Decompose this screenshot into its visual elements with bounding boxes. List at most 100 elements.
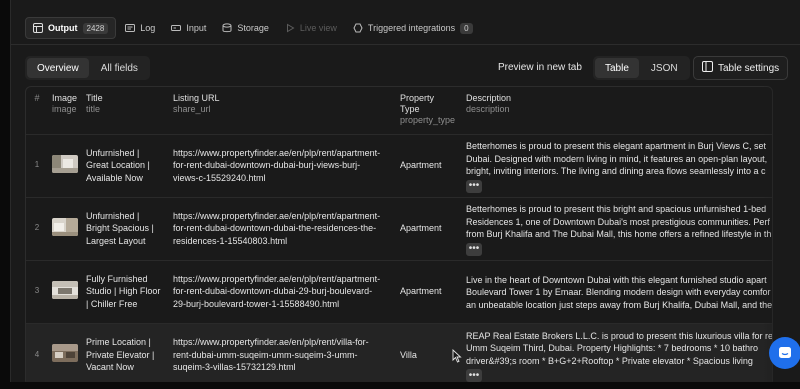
col-header-desc-key: description: [466, 104, 510, 114]
dataset-panel: Output 2428 Log Input Storage Live view …: [10, 0, 800, 389]
url-cell[interactable]: https://www.propertyfinder.ae/en/plp/ren…: [169, 133, 396, 197]
col-header-desc[interactable]: Description description: [462, 87, 772, 134]
json-format-button[interactable]: JSON: [641, 58, 688, 78]
url-line: residences-1-15540803.html: [173, 235, 288, 246]
tab-log[interactable]: Log: [118, 17, 162, 39]
col-header-type-title: Property Type: [400, 93, 435, 114]
storage-icon: [222, 23, 232, 33]
tab-output[interactable]: Output 2428: [25, 17, 117, 39]
tab-live-view: Live view: [278, 17, 344, 39]
run-tabs: Output 2428 Log Input Storage Live view …: [25, 16, 480, 40]
url-line: rent-dubai-umm-suqeim-umm-suqeim-3-umm-: [173, 349, 358, 360]
title-line: Private Elevator |: [86, 349, 155, 360]
table-settings-button[interactable]: Table settings: [693, 56, 789, 80]
col-header-desc-title: Description: [466, 93, 512, 103]
support-chat-button[interactable]: [769, 337, 800, 369]
title-line: Great Location |: [86, 160, 150, 171]
overview-button[interactable]: Overview: [27, 58, 89, 78]
listing-thumbnail[interactable]: [52, 154, 78, 173]
desc-line: Residences 1, one of Downtown Dubai's mo…: [466, 216, 770, 227]
col-header-url[interactable]: Listing URL share_url: [169, 87, 396, 134]
title-line: Studio | High Floor: [86, 286, 161, 297]
row-number: 1: [26, 133, 48, 197]
description-cell: Live in the heart of Downtown Dubai with…: [462, 259, 772, 323]
all-fields-button[interactable]: All fields: [91, 58, 148, 78]
url-line: https://www.propertyfinder.ae/en/plp/ren…: [173, 273, 381, 284]
col-header-image-key: image: [52, 104, 77, 114]
row-number: 2: [26, 196, 48, 260]
col-header-image[interactable]: Image image: [48, 87, 82, 134]
col-header-url-key: share_url: [173, 104, 211, 114]
results-table-container[interactable]: # Image image Title title Listing URL share…: [25, 86, 773, 386]
desc-line: Boulevard Tower 1 by Emaar. Blending mod…: [466, 287, 771, 298]
listing-thumbnail[interactable]: [52, 217, 78, 236]
row-number: 4: [26, 322, 48, 385]
title-line: Fully Furnished: [86, 273, 148, 284]
listing-thumbnail[interactable]: [52, 280, 78, 299]
title-cell: Prime Location | Private Elevator | Vacant…: [82, 322, 169, 385]
url-line: 29-burj-boulevard-tower-1-15588490.html: [173, 298, 340, 309]
tab-storage[interactable]: Storage: [215, 17, 276, 39]
table-row[interactable]: 1 Unfurnished | Great Location | Available…: [26, 133, 772, 197]
view-toolbar: Overview All fields Preview in new tab T…: [25, 56, 800, 80]
description-cell: REAP Real Estate Brokers L.L.C. is proud…: [462, 322, 772, 385]
col-header-url-title: Listing URL: [173, 93, 220, 103]
expand-more-button[interactable]: •••: [466, 369, 482, 382]
listing-thumbnail[interactable]: [52, 344, 78, 362]
col-header-title[interactable]: Title title: [82, 87, 169, 134]
table-row[interactable]: 4 Prime Location | Private Elevator | Vaca…: [26, 322, 772, 385]
desc-line: Dubai. Designed with modern living in mi…: [466, 153, 768, 164]
desc-line: Betterhomes is proud to present this ele…: [466, 141, 766, 152]
row-number: 3: [26, 259, 48, 323]
title-line: Unfurnished |: [86, 210, 140, 221]
table-settings-label: Table settings: [718, 62, 780, 74]
expand-more-button[interactable]: •••: [466, 179, 482, 193]
url-cell[interactable]: https://www.propertyfinder.ae/en/plp/ren…: [169, 322, 396, 385]
view-mode-toggle: Overview All fields: [25, 56, 150, 80]
preview-new-tab-link[interactable]: Preview in new tab: [498, 62, 582, 73]
image-cell: [48, 259, 82, 323]
title-line: | Chiller Free: [86, 298, 138, 309]
image-cell: [48, 322, 82, 385]
tab-input-label: Input: [186, 23, 207, 33]
log-icon: [125, 23, 136, 33]
property-type-cell: Apartment: [396, 259, 462, 323]
chat-icon: [779, 347, 791, 358]
tab-storage-label: Storage: [237, 23, 269, 33]
url-line: https://www.propertyfinder.ae/en/plp/ren…: [173, 337, 369, 347]
title-cell: Unfurnished | Bright Spacious | Largest La…: [82, 196, 169, 260]
col-header-type[interactable]: Property Type property_type: [396, 87, 462, 134]
expand-more-button[interactable]: •••: [466, 242, 482, 256]
col-header-title-title: Title: [86, 93, 103, 103]
table-icon: [33, 23, 43, 33]
bottom-edge: [0, 382, 800, 389]
table-row[interactable]: 2 Unfurnished | Bright Spacious | Largest …: [26, 196, 772, 260]
col-header-num: #: [34, 93, 40, 103]
table-row[interactable]: 3 Fully Furnished Studio | High Floor | Ch…: [26, 259, 772, 323]
tab-live-view-label: Live view: [299, 23, 337, 33]
col-header-image-title: Image: [52, 93, 78, 103]
tab-triggered-integrations[interactable]: Triggered integrations 0: [346, 17, 480, 39]
desc-line: Live in the heart of Downtown Dubai with…: [466, 274, 767, 285]
url-cell[interactable]: https://www.propertyfinder.ae/en/plp/ren…: [169, 259, 396, 323]
desc-line: Betterhomes is proud to present this bri…: [466, 204, 767, 215]
url-line: https://www.propertyfinder.ae/en/plp/ren…: [173, 147, 381, 158]
url-line: for-rent-dubai-downtown-dubai-burj-views…: [173, 160, 361, 171]
table-format-button[interactable]: Table: [595, 58, 639, 78]
header-divider: [11, 44, 800, 45]
col-header-title-key: title: [86, 104, 101, 114]
results-table: # Image image Title title Listing URL share…: [26, 87, 772, 385]
input-icon: [171, 23, 182, 33]
url-line: suqeim-3-villas-15732129.html: [173, 362, 296, 372]
tab-input[interactable]: Input: [164, 17, 213, 39]
desc-line: driver&#39;s room * B+G+2+Rooftop * Priv…: [466, 355, 753, 366]
url-line: for-rent-dubai-downtown-dubai-29-burj-bo…: [173, 286, 373, 297]
property-type-cell: Apartment: [396, 196, 462, 260]
table-settings-icon: [702, 61, 713, 75]
image-cell: [48, 196, 82, 260]
mouse-cursor-icon: [452, 349, 462, 363]
desc-line: from Burj Khalifa and The Dubai Mall, th…: [466, 229, 772, 240]
url-line: views-c-15529240.html: [173, 172, 266, 183]
integrations-icon: [353, 23, 363, 33]
url-cell[interactable]: https://www.propertyfinder.ae/en/plp/ren…: [169, 196, 396, 260]
